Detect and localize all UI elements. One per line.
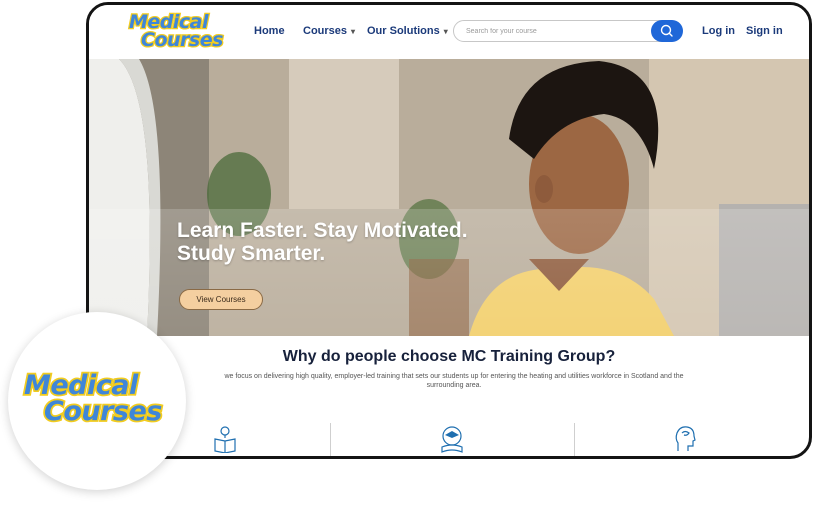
signin-link[interactable]: Sign in <box>746 25 783 37</box>
nav-solutions-menu[interactable]: Our Solutions ▾ <box>367 25 448 37</box>
browser-frame: Medical Courses Home Courses ▾ Our Soluti… <box>86 2 812 459</box>
feature-divider <box>574 423 575 456</box>
hero-banner: Learn Faster. Stay Motivated. Study Smar… <box>89 59 809 336</box>
graduation-award-icon <box>441 426 463 453</box>
badge-logo-text-courses: Courses <box>42 396 164 427</box>
search-button[interactable] <box>651 20 683 42</box>
head-brain-icon <box>675 426 696 451</box>
view-courses-button[interactable]: View Courses <box>179 289 263 310</box>
logo-badge: Medical Courses <box>8 312 186 490</box>
hero-headline-line1: Learn Faster. Stay Motivated. <box>177 219 468 242</box>
site-logo[interactable]: Medical Courses <box>127 11 225 51</box>
login-link[interactable]: Log in <box>702 25 735 37</box>
chevron-down-icon: ▾ <box>443 27 448 36</box>
badge-logo-text-medical: Medical <box>22 370 140 401</box>
logo-text-courses: Courses <box>140 29 225 51</box>
feature-divider <box>330 423 331 456</box>
chevron-down-icon: ▾ <box>351 27 356 36</box>
nav-courses-menu[interactable]: Courses ▾ <box>303 25 355 37</box>
navbar: Medical Courses Home Courses ▾ Our Soluti… <box>89 5 809 59</box>
nav-home-link[interactable]: Home <box>254 25 285 37</box>
book-lightbulb-icon <box>214 426 236 453</box>
search-icon <box>660 24 673 37</box>
hero-headline-line2: Study Smarter. <box>177 242 326 265</box>
search-box <box>453 20 681 42</box>
section-title: Why do people choose MC Training Group? <box>282 348 616 365</box>
nav-solutions-label: Our Solutions <box>367 25 440 37</box>
hero-headline: Learn Faster. Stay Motivated. Study Smar… <box>177 219 468 265</box>
search-input[interactable] <box>466 25 646 37</box>
section-subtitle: we focus on delivering high quality, emp… <box>224 373 684 389</box>
nav-courses-label: Courses <box>303 25 348 37</box>
